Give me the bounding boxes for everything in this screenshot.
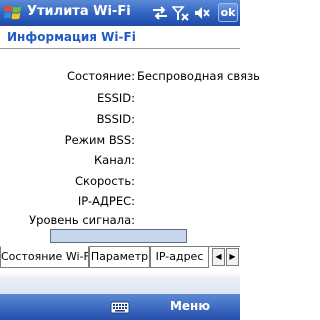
page-title: Информация Wi-Fi — [7, 30, 136, 44]
essid-label: ESSID: — [97, 91, 135, 105]
menu-button[interactable]: Меню — [170, 299, 210, 313]
tab-ip-address[interactable]: IP-адрес — [150, 246, 209, 268]
connectivity-icon[interactable] — [151, 4, 169, 22]
ip-address-label: IP-АДРЕС: — [77, 194, 135, 208]
ok-button[interactable]: ok — [218, 3, 238, 22]
channel-label: Канал: — [93, 153, 135, 167]
signal-level-label: Уровень сигнала: — [29, 213, 135, 227]
volume-mute-icon[interactable] — [193, 4, 211, 22]
title-bar: Утилита Wi-Fi ok — [0, 0, 240, 26]
app-title: Утилита Wi-Fi — [27, 4, 131, 19]
windows-start-icon[interactable] — [3, 3, 23, 23]
status-label: Состояние: — [67, 69, 135, 83]
tab-wifi-status[interactable]: Состояние Wi-Fi — [0, 246, 89, 268]
speed-label: Скорость: — [74, 174, 135, 188]
tab-strip: Состояние Wi-Fi Параметр IP-адрес ◀ ▶ — [0, 246, 240, 268]
signal-level-bar — [50, 229, 187, 243]
tab-scroll-left-icon[interactable]: ◀ — [212, 248, 225, 266]
tab-parameters[interactable]: Параметр — [89, 246, 150, 268]
bss-mode-label: Режим BSS: — [64, 133, 135, 147]
status-value: Беспроводная связь — [137, 69, 260, 83]
header-divider — [0, 48, 240, 49]
tab-scroll-right-icon[interactable]: ▶ — [226, 248, 239, 266]
keyboard-icon[interactable] — [110, 297, 130, 317]
softkey-bar: Меню — [0, 294, 240, 320]
no-signal-icon[interactable] — [172, 4, 190, 22]
bssid-label: BSSID: — [96, 112, 135, 126]
menu-bar: Меню — [0, 268, 240, 320]
